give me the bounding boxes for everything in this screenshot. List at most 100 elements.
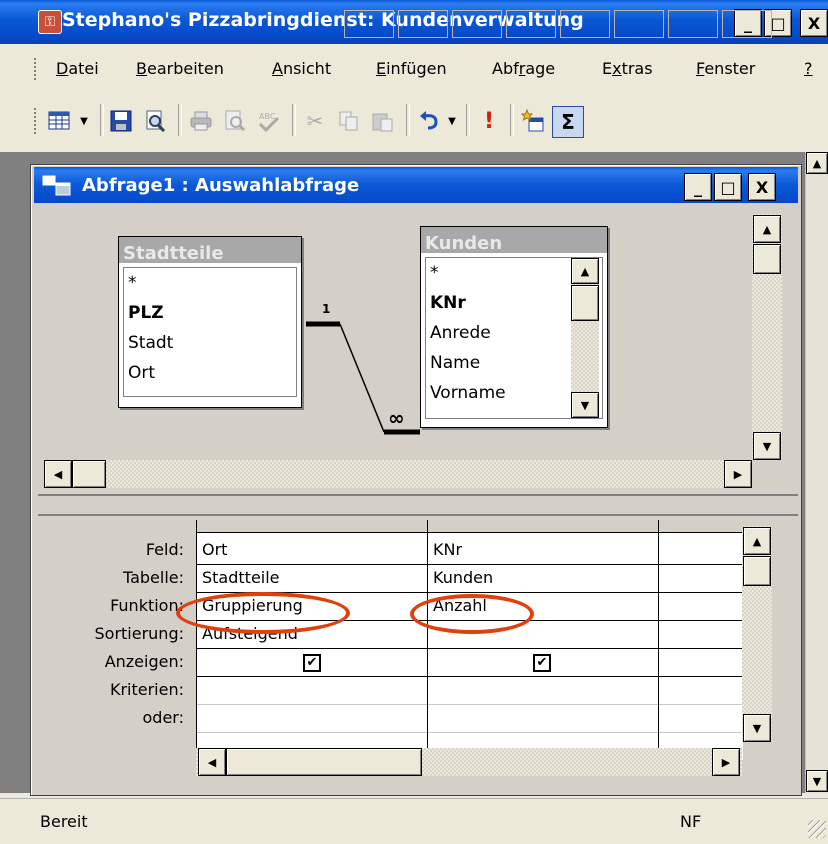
scroll-down-arrow-icon[interactable]: ▼ <box>571 392 599 418</box>
menu-grip-handle[interactable] <box>34 58 39 80</box>
status-panel <box>722 10 772 38</box>
status-bar <box>0 798 828 844</box>
grid-line <box>197 564 743 565</box>
row-label-anzeigen: Anzeigen: <box>104 652 184 671</box>
toolbar: ▼ ABC ✂ ▼ ! Σ <box>0 92 828 148</box>
grid-cell-feld[interactable]: KNr <box>428 540 658 564</box>
table-stadtteile-title[interactable]: Stadtteile <box>119 237 301 264</box>
scroll-up-arrow-icon[interactable]: ▲ <box>753 215 781 243</box>
cut-icon[interactable]: ✂ <box>300 106 330 136</box>
save-icon[interactable] <box>106 106 136 136</box>
file-search-icon[interactable] <box>140 106 170 136</box>
paste-icon[interactable] <box>368 106 398 136</box>
column-selector[interactable] <box>659 520 743 533</box>
row-label-funktion: Funktion: <box>110 596 184 615</box>
scroll-left-arrow-icon[interactable]: ◀ <box>44 460 72 488</box>
menu-bearbeiten[interactable]: Bearbeiten <box>136 59 224 78</box>
access-app-icon[interactable]: ⚿ <box>38 10 62 34</box>
field-item[interactable]: Ort <box>124 358 296 388</box>
toolbar-separator <box>100 104 104 136</box>
annotation-ellipse-anzahl <box>410 594 534 634</box>
status-panel <box>560 10 610 38</box>
query-close-button[interactable]: X <box>748 173 776 201</box>
grid-line <box>658 520 659 760</box>
run-exclamation-icon[interactable]: ! <box>474 106 504 136</box>
scroll-right-arrow-icon[interactable]: ▶ <box>724 460 752 488</box>
copy-icon[interactable] <box>334 106 364 136</box>
menu-extras[interactable]: Extras <box>602 59 653 78</box>
query-window-icon[interactable] <box>42 175 72 202</box>
scroll-down-arrow-icon[interactable]: ▼ <box>753 432 781 460</box>
field-item[interactable]: Stadt <box>124 328 296 358</box>
status-indicator-nf: NF <box>680 812 702 831</box>
grid-cell-tabelle[interactable]: Stadtteile <box>197 568 427 592</box>
table-stadtteile[interactable]: Stadtteile * PLZ Stadt Ort <box>118 236 302 408</box>
show-table-icon[interactable] <box>518 106 548 136</box>
grid-row-labels: Feld: Tabelle: Funktion: Sortierung: Anz… <box>40 536 185 746</box>
view-dropdown-chevron-icon[interactable]: ▼ <box>76 106 92 136</box>
query-window-title: Abfrage1 : Auswahlabfrage <box>82 175 360 196</box>
row-label-oder: oder: <box>142 708 184 727</box>
scroll-up-arrow-icon[interactable]: ▲ <box>743 527 771 555</box>
toolbar-separator <box>406 104 410 136</box>
resize-grip-icon[interactable] <box>808 820 826 838</box>
table-kunden-title[interactable]: Kunden <box>421 227 607 254</box>
relationship-line[interactable] <box>300 300 430 440</box>
menu-ansicht[interactable]: Ansicht <box>272 59 331 78</box>
menu-help[interactable]: ? <box>804 59 813 78</box>
scroll-up-arrow-icon[interactable]: ▲ <box>571 258 599 284</box>
column-selector[interactable] <box>197 520 428 533</box>
scroll-up-arrow-icon[interactable]: ▲ <box>806 152 828 174</box>
grid-cell-anzeigen-checkbox[interactable]: ✔ <box>303 654 321 672</box>
relationship-one-label: 1 <box>322 302 331 316</box>
relationship-many-label: ∞ <box>388 406 405 430</box>
field-item-primary-key[interactable]: PLZ <box>124 298 296 328</box>
svg-text:ABC: ABC <box>259 112 276 121</box>
status-text: Bereit <box>40 812 88 831</box>
scrollbar-thumb[interactable] <box>72 460 106 488</box>
query-restore-button[interactable]: □ <box>714 173 742 201</box>
grid-cell-anzeigen-checkbox[interactable]: ✔ <box>533 654 551 672</box>
table-kunden[interactable]: Kunden * KNr Anrede Name Vorname ▲ ▼ <box>420 226 608 428</box>
view-datasheet-icon[interactable] <box>44 106 74 136</box>
menu-abfrage[interactable]: Abfrage <box>492 59 555 78</box>
spell-check-icon[interactable]: ABC <box>254 106 284 136</box>
print-icon[interactable] <box>186 106 216 136</box>
scrollbar-thumb[interactable] <box>571 285 599 321</box>
scroll-left-arrow-icon[interactable]: ◀ <box>198 748 226 776</box>
query-minimize-button[interactable]: _ <box>684 173 712 201</box>
toolbar-grip-handle[interactable] <box>34 108 39 134</box>
grid-line <box>197 704 743 705</box>
toolbar-separator <box>466 104 470 136</box>
column-selector[interactable] <box>428 520 659 533</box>
app-vertical-scrollbar[interactable] <box>805 152 828 793</box>
scroll-down-arrow-icon[interactable]: ▼ <box>806 770 828 792</box>
annotation-ellipse-gruppierung <box>176 592 350 634</box>
row-label-sortierung: Sortierung: <box>94 624 185 643</box>
grid-cell-feld[interactable]: Ort <box>197 540 427 564</box>
undo-dropdown-chevron-icon[interactable]: ▼ <box>444 106 460 136</box>
scrollbar-thumb[interactable] <box>226 748 422 776</box>
row-label-kriterien: Kriterien: <box>109 680 184 699</box>
status-panel-nf <box>668 10 718 38</box>
scroll-right-arrow-icon[interactable]: ▶ <box>712 748 740 776</box>
scrollbar-thumb[interactable] <box>753 244 781 274</box>
close-button[interactable]: X <box>800 9 828 37</box>
undo-icon[interactable] <box>414 106 444 136</box>
row-label-feld: Feld: <box>145 540 184 559</box>
grid-line <box>197 648 743 649</box>
menu-datei[interactable]: Datei <box>56 59 99 78</box>
design-pane-horizontal-scrollbar[interactable] <box>44 460 752 488</box>
scroll-down-arrow-icon[interactable]: ▼ <box>743 714 771 742</box>
menu-fenster[interactable]: Fenster <box>696 59 755 78</box>
status-panel <box>614 10 664 38</box>
toolbar-separator <box>510 104 514 136</box>
totals-sigma-button[interactable]: Σ <box>552 106 584 138</box>
print-preview-icon[interactable] <box>220 106 250 136</box>
status-panel <box>452 10 502 38</box>
scrollbar-thumb[interactable] <box>743 556 771 586</box>
grid-cell-tabelle[interactable]: Kunden <box>428 568 658 592</box>
field-item[interactable]: * <box>124 268 296 298</box>
menu-einfuegen[interactable]: Einfügen <box>376 59 447 78</box>
pane-splitter[interactable] <box>38 494 798 516</box>
